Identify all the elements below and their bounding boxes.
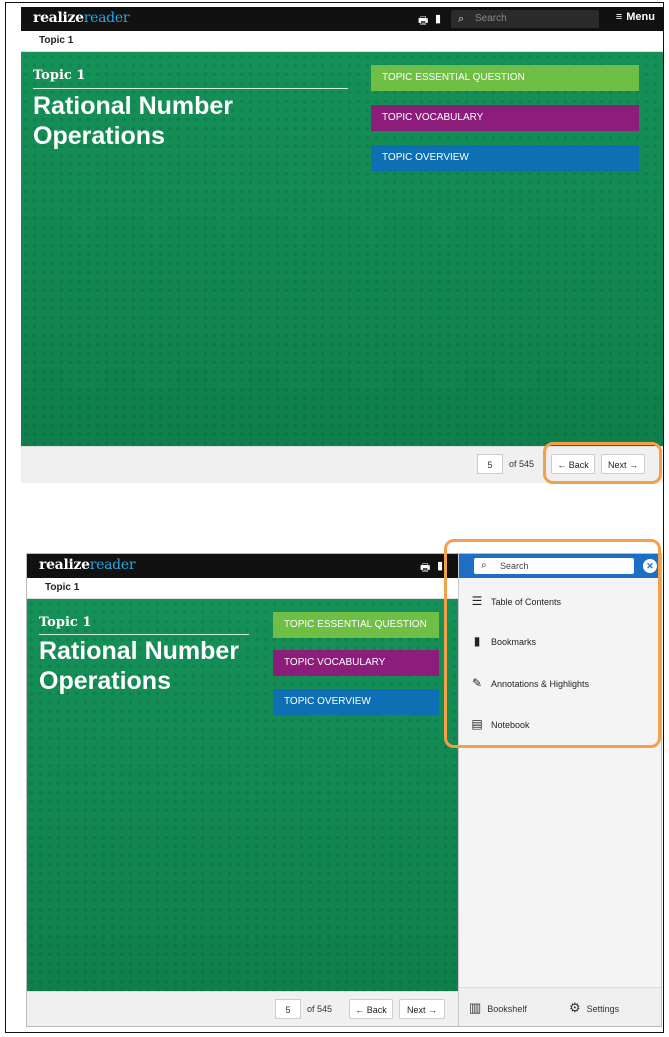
next-button[interactable]: Next → (399, 999, 445, 1019)
back-button[interactable]: ← Back (349, 999, 393, 1019)
topic-vocabulary-button[interactable]: TOPIC VOCABULARY (371, 105, 639, 131)
topic-overview-button[interactable]: TOPIC OVERVIEW (273, 689, 439, 715)
page-count: of 545 (509, 459, 535, 469)
side-menu-footer: ▥ Bookshelf ⚙ Settings (459, 987, 661, 1026)
topic-label: Topic 1 (39, 615, 92, 630)
divider (39, 634, 249, 635)
highlight-callout-pager (543, 442, 662, 484)
reader-screen-default: realizereader 🖶 ▮ ⌕ Search ≡ Menu Topic 1… (21, 7, 663, 483)
app-logo: realizereader (39, 557, 136, 573)
page-title: Rational Number Operations (33, 92, 234, 150)
topic-vocabulary-button[interactable]: TOPIC VOCABULARY (273, 650, 439, 676)
topic-essential-question-button[interactable]: TOPIC ESSENTIAL QUESTION (273, 612, 439, 638)
search-icon: ⌕ (458, 13, 465, 25)
bottom-pager: 5 of 545 ← Back Next → (27, 991, 459, 1026)
topic-overview-button[interactable]: TOPIC OVERVIEW (371, 145, 639, 171)
topic-opener-page: Topic 1 Rational Number Operations TOPIC … (21, 52, 663, 446)
bookmark-icon[interactable]: ▮ (437, 559, 443, 572)
highlight-callout-menu (444, 539, 661, 748)
arrow-left-icon: ← (355, 1005, 365, 1015)
breadcrumb: Topic 1 (27, 578, 459, 599)
bookshelf-button[interactable]: ▥ Bookshelf (469, 1000, 527, 1016)
search-input[interactable]: ⌕ Search (451, 10, 599, 28)
settings-button[interactable]: ⚙ Settings (569, 1000, 619, 1016)
topic-essential-question-button[interactable]: TOPIC ESSENTIAL QUESTION (371, 65, 639, 91)
divider (33, 88, 348, 89)
arrow-right-icon: → (428, 1005, 438, 1015)
app-logo: realizereader (33, 10, 130, 26)
menu-button[interactable]: ≡ Menu (612, 11, 655, 23)
breadcrumb: Topic 1 (21, 31, 663, 52)
menu-icon: ≡ (615, 11, 623, 23)
top-toolbar: realizereader 🖶 ▮ ⌕ Search ≡ Menu (21, 7, 663, 31)
page-number-input[interactable]: 5 (477, 454, 503, 474)
topic-label: Topic 1 (33, 68, 86, 83)
print-icon[interactable]: 🖶 (420, 559, 430, 578)
print-icon[interactable]: 🖶 (418, 12, 428, 31)
page-title: Rational Number Operations (39, 637, 240, 695)
bookshelf-icon: ▥ (469, 1000, 482, 1015)
page-number-input[interactable]: 5 (275, 999, 301, 1019)
gear-icon: ⚙ (569, 1000, 581, 1015)
bookmark-icon[interactable]: ▮ (435, 12, 441, 25)
topic-opener-page: Topic 1 Rational Number Operations TOPIC … (27, 599, 461, 991)
page-count: of 545 (307, 1004, 333, 1014)
